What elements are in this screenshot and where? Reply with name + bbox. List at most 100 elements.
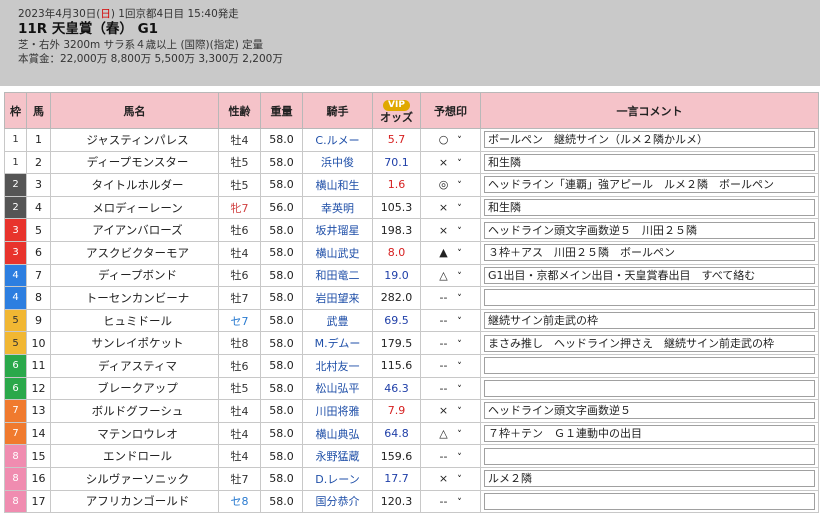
prediction-select[interactable]: △ ˅	[420, 263, 481, 288]
chevron-down-icon[interactable]: ˅	[455, 385, 465, 395]
prediction-mark: ▲	[439, 246, 448, 260]
chevron-down-icon[interactable]: ˅	[455, 340, 465, 350]
jockey-name: 国分恭介	[302, 489, 373, 514]
waku-cell: 2	[4, 173, 27, 197]
comment-input[interactable]: 和生隣	[484, 153, 815, 171]
weight: 58.0	[260, 489, 303, 514]
comment-input[interactable]	[484, 357, 815, 375]
chevron-down-icon[interactable]: ˅	[455, 362, 465, 372]
col-header-prediction: 予想印	[420, 92, 481, 129]
chevron-down-icon[interactable]: ˅	[455, 136, 465, 146]
chevron-down-icon[interactable]: ˅	[455, 294, 465, 304]
prediction-select[interactable]: × ˅	[420, 466, 481, 491]
prediction-select[interactable]: -- ˅	[420, 444, 481, 468]
comment-input[interactable]: ボールペン 継続サイン（ルメ２隣かルメ）	[484, 131, 815, 149]
prediction-select[interactable]: -- ˅	[420, 353, 481, 378]
horse-number: 4	[26, 195, 51, 220]
prediction-select[interactable]: ○ ˅	[420, 128, 481, 152]
waku-cell: 2	[4, 195, 27, 220]
sex-age: 牡4	[218, 399, 261, 423]
chevron-down-icon[interactable]: ˅	[455, 498, 465, 508]
horse-name: マテンロウレオ	[50, 421, 219, 446]
horse-name: シルヴァーソニック	[50, 466, 219, 491]
comment-input[interactable]	[484, 379, 815, 397]
chevron-down-icon[interactable]: ˅	[455, 317, 465, 327]
sex-age: 牡5	[218, 376, 261, 401]
waku-cell: 1	[4, 128, 27, 152]
prediction-select[interactable]: × ˅	[420, 399, 481, 423]
comment-cell	[480, 353, 819, 378]
chevron-down-icon[interactable]: ˅	[455, 227, 465, 237]
waku-cell: 8	[4, 489, 27, 514]
horse-name: ブレークアップ	[50, 376, 219, 401]
race-conditions: 芝・右外 3200m サラ系４歳以上 (国際)(指定) 定量	[18, 39, 264, 51]
chevron-down-icon[interactable]: ˅	[455, 475, 465, 485]
horse-name: ディアスティマ	[50, 353, 219, 378]
comment-cell: ３枠＋アス 川田２５隣 ボールペン	[480, 240, 819, 265]
chevron-down-icon[interactable]: ˅	[455, 272, 465, 282]
chevron-down-icon[interactable]: ˅	[455, 159, 465, 169]
comment-input[interactable]	[484, 447, 815, 465]
comment-cell: 和生隣	[480, 195, 819, 220]
sex-age: 牡7	[218, 286, 261, 310]
prediction-select[interactable]: -- ˅	[420, 489, 481, 514]
vip-badge: VIP	[383, 100, 410, 111]
waku-cell: 4	[4, 286, 27, 310]
chevron-down-icon[interactable]: ˅	[455, 249, 465, 259]
col-header-sex-age: 性齢	[218, 92, 261, 129]
prediction-select[interactable]: -- ˅	[420, 286, 481, 310]
prediction-mark: --	[439, 359, 448, 373]
weight: 58.0	[260, 240, 303, 265]
col-header-horse-name: 馬名	[50, 92, 219, 129]
prediction-select[interactable]: × ˅	[420, 150, 481, 175]
comment-input[interactable]: ルメ２隣	[484, 470, 815, 488]
jockey-name: D.レーン	[302, 466, 373, 491]
horse-name: アフリカンゴールド	[50, 489, 219, 514]
table-row: 8 17 アフリカンゴールド セ8 58.0 国分恭介 120.3 -- ˅	[4, 489, 819, 514]
chevron-down-icon[interactable]: ˅	[455, 181, 465, 191]
comment-input[interactable]: 和生隣	[484, 199, 815, 217]
comment-input[interactable]: G1出目・京都メイン出目・天皇賞春出目 すべて絡む	[484, 266, 815, 284]
prediction-select[interactable]: × ˅	[420, 195, 481, 220]
table-row: 7 13 ボルドグフーシュ 牡4 58.0 川田将雅 7.9 × ˅ ヘッドライン頭文字画数逆５	[4, 399, 819, 423]
chevron-down-icon[interactable]: ˅	[455, 430, 465, 440]
waku-cell: 8	[4, 466, 27, 491]
weight: 58.0	[260, 308, 303, 333]
chevron-down-icon[interactable]: ˅	[455, 407, 465, 417]
prediction-select[interactable]: ▲ ˅	[420, 240, 481, 265]
comment-input[interactable]: まさみ推し ヘッドライン押さえ 継続サイン前走武の枠	[484, 334, 815, 352]
waku-cell: 5	[4, 308, 27, 333]
chevron-down-icon[interactable]: ˅	[455, 204, 465, 214]
sex-age: 牝7	[218, 195, 261, 220]
prediction-select[interactable]: -- ˅	[420, 376, 481, 401]
jockey-name: C.ルメー	[302, 128, 373, 152]
waku-cell: 5	[4, 331, 27, 355]
table-row: 2 3 タイトルホルダー 牡5 58.0 横山和生 1.6 ◎ ˅ ヘッドライン「連覇」強アピール…	[4, 173, 819, 197]
prediction-select[interactable]: △ ˅	[420, 421, 481, 446]
comment-cell: G1出目・京都メイン出目・天皇賞春出目 すべて絡む	[480, 263, 819, 288]
jockey-name: 松山弘平	[302, 376, 373, 401]
horse-name: ボルドグフーシュ	[50, 399, 219, 423]
race-day-of-week: 日	[100, 8, 111, 20]
jockey-name: 岩田望来	[302, 286, 373, 310]
comment-input[interactable]: ヘッドライン頭文字画数逆５	[484, 402, 815, 420]
comment-input[interactable]: ヘッドライン頭文字画数逆５ 川田２５隣	[484, 221, 815, 239]
weight: 56.0	[260, 195, 303, 220]
prediction-select[interactable]: -- ˅	[420, 331, 481, 355]
prediction-select[interactable]: -- ˅	[420, 308, 481, 333]
table-row: 6 12 ブレークアップ 牡5 58.0 松山弘平 46.3 -- ˅	[4, 376, 819, 401]
prediction-mark: ×	[438, 404, 449, 418]
horse-name: サンレイポケット	[50, 331, 219, 355]
prediction-select[interactable]: × ˅	[420, 218, 481, 242]
prediction-mark: --	[439, 336, 448, 350]
horse-number: 3	[26, 173, 51, 197]
comment-input[interactable]: ヘッドライン「連覇」強アピール ルメ２隣 ボールペン	[484, 176, 815, 194]
comment-input[interactable]: ３枠＋アス 川田２５隣 ボールペン	[484, 244, 815, 262]
comment-input[interactable]	[484, 492, 815, 510]
prediction-select[interactable]: ◎ ˅	[420, 173, 481, 197]
horse-number: 7	[26, 263, 51, 288]
comment-input[interactable]	[484, 289, 815, 307]
chevron-down-icon[interactable]: ˅	[455, 453, 465, 463]
comment-input[interactable]: ７枠＋テン Ｇ１連動中の出目	[484, 425, 815, 443]
comment-input[interactable]: 継続サイン前走武の枠	[484, 312, 815, 330]
